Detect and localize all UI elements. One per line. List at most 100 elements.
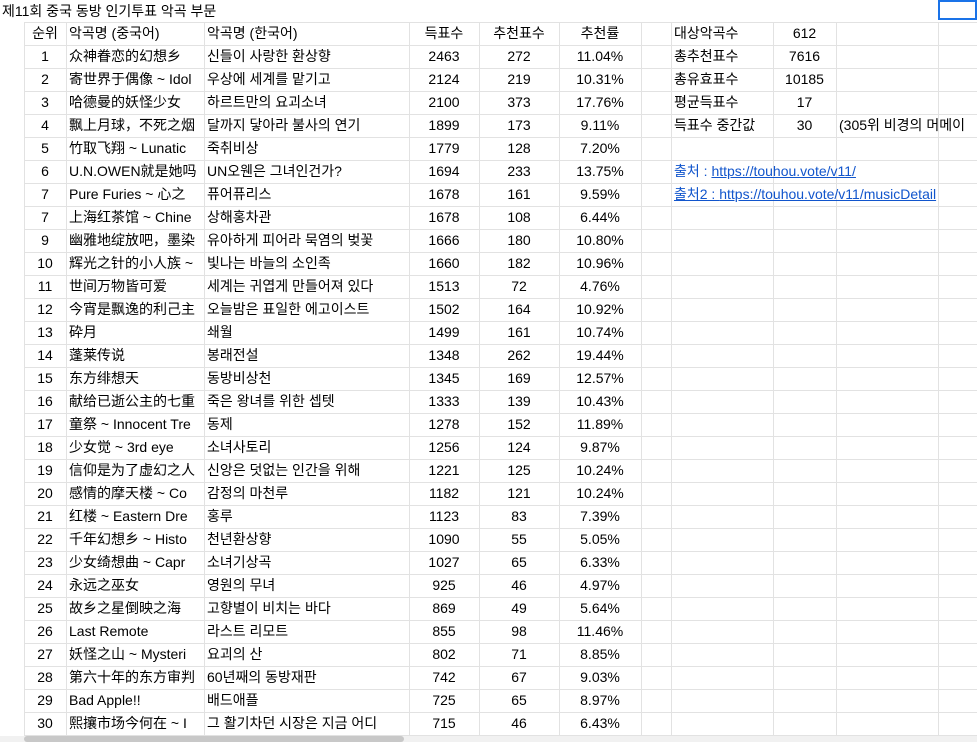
cell-votes[interactable]: 1123 <box>409 505 479 527</box>
cell-rank[interactable]: 4 <box>24 114 66 136</box>
cell-votes[interactable]: 1779 <box>409 137 479 159</box>
cell-recommend-rate[interactable]: 5.64% <box>559 597 641 619</box>
cell-rank[interactable]: 30 <box>24 712 66 734</box>
cell-name-korean[interactable]: 죽은 왕녀를 위한 셉텟 <box>204 390 409 412</box>
cell-recommend-votes[interactable]: 152 <box>479 413 559 435</box>
cell-recommend-votes[interactable]: 128 <box>479 137 559 159</box>
cell-recommend-votes[interactable]: 108 <box>479 206 559 228</box>
cell-rank[interactable]: 17 <box>24 413 66 435</box>
cell-recommend-votes[interactable]: 46 <box>479 712 559 734</box>
cell-rank[interactable]: 14 <box>24 344 66 366</box>
cell-rank[interactable]: 16 <box>24 390 66 412</box>
cell-rank[interactable]: 6 <box>24 160 66 182</box>
cell-name-korean[interactable]: 동제 <box>204 413 409 435</box>
cell-name-korean[interactable]: UN오웬은 그녀인건가? <box>204 160 409 182</box>
cell-name-chinese[interactable]: Pure Furies ~ 心之 <box>66 183 204 205</box>
cell-recommend-votes[interactable]: 373 <box>479 91 559 113</box>
cell-recommend-rate[interactable]: 7.39% <box>559 505 641 527</box>
source-link[interactable]: https://touhou.vote/v11/musicDetail <box>719 186 936 202</box>
cell-recommend-rate[interactable]: 19.44% <box>559 344 641 366</box>
cell-name-korean[interactable]: 감정의 마천루 <box>204 482 409 504</box>
header-votes[interactable]: 득표수 <box>409 22 479 44</box>
cell-name-korean[interactable]: 라스트 리모트 <box>204 620 409 642</box>
header-rank[interactable]: 순위 <box>24 22 66 44</box>
cell-rank[interactable]: 9 <box>24 229 66 251</box>
cell-rank[interactable]: 18 <box>24 436 66 458</box>
cell-name-korean[interactable]: 유아하게 피어라 묵염의 벚꽃 <box>204 229 409 251</box>
cell-votes[interactable]: 1899 <box>409 114 479 136</box>
cell-recommend-rate[interactable]: 9.11% <box>559 114 641 136</box>
cell-name-korean[interactable]: 상해홍차관 <box>204 206 409 228</box>
cell-name-chinese[interactable]: 第六十年的东方审判 <box>66 666 204 688</box>
cell-recommend-votes[interactable]: 173 <box>479 114 559 136</box>
cell-name-korean[interactable]: 신앙은 덧없는 인간을 위해 <box>204 459 409 481</box>
cell-name-chinese[interactable]: 寄世界于偶像 ~ Idol <box>66 68 204 90</box>
cell-recommend-votes[interactable]: 169 <box>479 367 559 389</box>
cell-votes[interactable]: 1348 <box>409 344 479 366</box>
cell-rank[interactable]: 10 <box>24 252 66 274</box>
cell-recommend-rate[interactable]: 10.31% <box>559 68 641 90</box>
stat-value[interactable]: 10185 <box>773 68 836 90</box>
cell-recommend-rate[interactable]: 11.04% <box>559 45 641 67</box>
stat-value[interactable]: 17 <box>773 91 836 113</box>
cell-name-korean[interactable]: 60년째의 동방재판 <box>204 666 409 688</box>
cell-recommend-votes[interactable]: 124 <box>479 436 559 458</box>
cell-votes[interactable]: 1513 <box>409 275 479 297</box>
cell-recommend-rate[interactable]: 6.33% <box>559 551 641 573</box>
cell-name-chinese[interactable]: 东方绯想天 <box>66 367 204 389</box>
cell-rank[interactable]: 21 <box>24 505 66 527</box>
cell-name-korean[interactable]: 동방비상천 <box>204 367 409 389</box>
cell-name-korean[interactable]: 우상에 세계를 맡기고 <box>204 68 409 90</box>
cell-rank[interactable]: 27 <box>24 643 66 665</box>
cell-votes[interactable]: 1090 <box>409 528 479 550</box>
cell-recommend-votes[interactable]: 180 <box>479 229 559 251</box>
cell-recommend-votes[interactable]: 272 <box>479 45 559 67</box>
cell-rank[interactable]: 20 <box>24 482 66 504</box>
cell-name-korean[interactable]: 오늘밤은 표일한 에고이스트 <box>204 298 409 320</box>
cell-recommend-votes[interactable]: 65 <box>479 551 559 573</box>
cell-recommend-votes[interactable]: 49 <box>479 597 559 619</box>
cell-name-chinese[interactable]: 永远之巫女 <box>66 574 204 596</box>
cell-name-chinese[interactable]: 哈德曼的妖怪少女 <box>66 91 204 113</box>
cell-name-chinese[interactable]: Bad Apple!! <box>66 689 204 711</box>
cell-recommend-rate[interactable]: 4.76% <box>559 275 641 297</box>
cell-votes[interactable]: 715 <box>409 712 479 734</box>
cell-name-korean[interactable]: 홍루 <box>204 505 409 527</box>
cell-votes[interactable]: 1502 <box>409 298 479 320</box>
cell-name-chinese[interactable]: 飘上月球，不死之烟 <box>66 114 204 136</box>
cell-rank[interactable]: 1 <box>24 45 66 67</box>
cell-recommend-rate[interactable]: 10.80% <box>559 229 641 251</box>
stat-note[interactable]: (305위 비경의 머메이 <box>836 114 977 136</box>
cell-recommend-votes[interactable]: 161 <box>479 183 559 205</box>
cell-name-chinese[interactable]: 童祭 ~ Innocent Tre <box>66 413 204 435</box>
cell-recommend-rate[interactable]: 6.43% <box>559 712 641 734</box>
cell-rank[interactable]: 23 <box>24 551 66 573</box>
cell-recommend-rate[interactable]: 9.03% <box>559 666 641 688</box>
cell-votes[interactable]: 802 <box>409 643 479 665</box>
cell-name-chinese[interactable]: 竹取飞翔 ~ Lunatic <box>66 137 204 159</box>
cell-recommend-rate[interactable]: 8.97% <box>559 689 641 711</box>
cell-name-chinese[interactable]: 感情的摩天楼 ~ Co <box>66 482 204 504</box>
stat-label[interactable]: 득표수 중간값 <box>671 114 773 136</box>
cell-recommend-votes[interactable]: 182 <box>479 252 559 274</box>
cell-name-chinese[interactable]: 熙攘市场今何在 ~ I <box>66 712 204 734</box>
cell-rank[interactable]: 12 <box>24 298 66 320</box>
cell-rank[interactable]: 28 <box>24 666 66 688</box>
cell-recommend-votes[interactable]: 233 <box>479 160 559 182</box>
cell-name-korean[interactable]: 배드애플 <box>204 689 409 711</box>
header-recommend-rate[interactable]: 추천률 <box>559 22 641 44</box>
cell-rank[interactable]: 26 <box>24 620 66 642</box>
cell-name-korean[interactable]: 소녀사토리 <box>204 436 409 458</box>
cell-votes[interactable]: 1660 <box>409 252 479 274</box>
cell-name-korean[interactable]: 소녀기상곡 <box>204 551 409 573</box>
cell-recommend-rate[interactable]: 17.76% <box>559 91 641 113</box>
cell-rank[interactable]: 5 <box>24 137 66 159</box>
cell-recommend-votes[interactable]: 83 <box>479 505 559 527</box>
cell-votes[interactable]: 2100 <box>409 91 479 113</box>
source-link[interactable]: https://touhou.vote/v11/ <box>711 163 856 179</box>
cell-name-chinese[interactable]: Last Remote <box>66 620 204 642</box>
cell-recommend-votes[interactable]: 161 <box>479 321 559 343</box>
cell-recommend-rate[interactable]: 8.85% <box>559 643 641 665</box>
cell-name-chinese[interactable]: 世间万物皆可爱 <box>66 275 204 297</box>
cell-votes[interactable]: 1499 <box>409 321 479 343</box>
